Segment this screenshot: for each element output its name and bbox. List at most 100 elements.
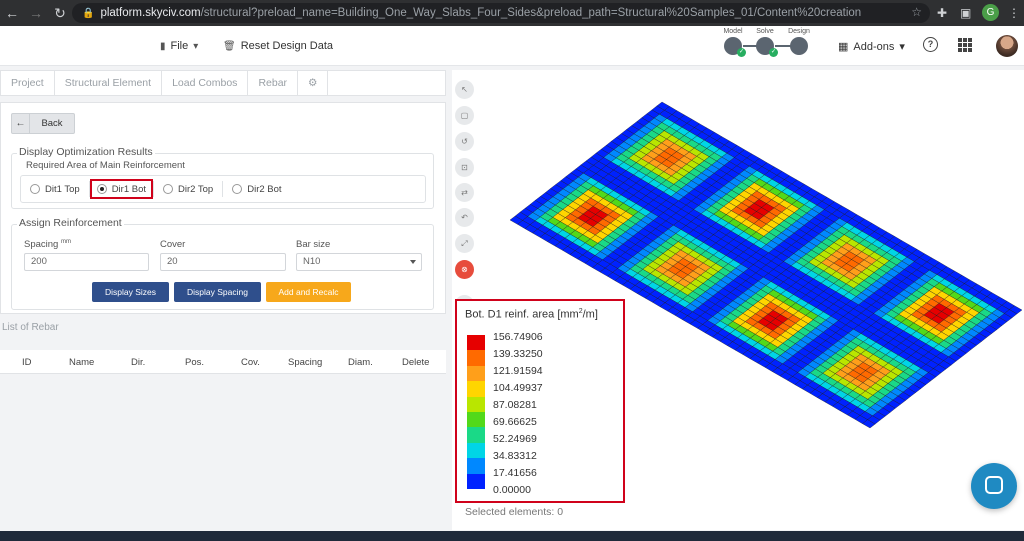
file-menu[interactable]: ▮ File ▾ [160,40,198,52]
arrow-left-icon: ← [12,114,30,133]
file-menu-label: File [170,40,189,52]
radio-circle [163,184,174,194]
check-icon: ✓ [737,48,746,57]
spacing-label: Spacing mm [24,239,71,250]
color-swatch [467,335,485,351]
chat-button[interactable] [971,463,1017,509]
rebar-table-header: ID Name Dir. Pos. Cov. Spacing Diam. Del… [0,350,446,374]
chevron-down-icon: ▾ [899,41,905,53]
step-solve-label: Solve [756,28,774,35]
add-and-recalc-button[interactable]: Add and Recalc [266,282,351,302]
taskbar [0,531,1024,541]
lock-icon: 🔒 [82,7,95,19]
chat-icon [985,476,1003,494]
tab-load-combos[interactable]: Load Combos [162,71,249,95]
rebar-list-title: List of Rebar [2,322,59,333]
address-bar[interactable]: 🔒 platform.skyciv.com/structural?preload… [72,3,930,23]
col-name: Name [69,357,95,368]
barsize-select[interactable]: N10 [296,253,422,271]
color-swatch [467,365,485,382]
reinforcement-direction-radios: Dit1 Top Dir1 Bot Dir2 Top Dir2 Bot [20,175,426,203]
back-arrow-icon[interactable]: ← [0,5,24,21]
sidebar-icon[interactable]: ▣ [960,6,971,20]
assign-legend: Assign Reinforcement [17,217,124,229]
radio-label: Dir2 Top [178,183,214,195]
url-path: /structural?preload_name=Building_One_Wa… [200,7,862,19]
forward-arrow-icon[interactable]: → [24,5,48,21]
reload-icon[interactable]: ↻ [48,5,72,22]
radio-label: Dit1 Top [45,183,80,195]
design-icon [790,37,808,55]
radio-circle [96,184,107,194]
radio-dir2-top[interactable]: Dir2 Top [154,179,222,199]
radio-label: Dir1 Bot [111,183,147,195]
step-design[interactable]: Design [784,28,814,55]
cover-label: Cover [160,239,186,250]
reset-label: Reset Design Data [240,40,334,52]
display-spacing-button[interactable]: Display Spacing [174,282,261,302]
barsize-value: N10 [303,256,321,267]
check-icon: ✓ [769,48,778,57]
stop-icon[interactable]: ⊗ [455,260,474,279]
gears-icon: ⚙ [308,77,318,89]
undo-icon[interactable]: ↶ [455,208,474,227]
col-id: ID [22,357,32,368]
app-header: ▮ File ▾ 🗑 Reset Design Data Model ✓ Sol… [0,26,1024,66]
reset-design-data-button[interactable]: 🗑 Reset Design Data [223,40,333,52]
legend-value: 121.91594 [493,365,543,377]
help-icon[interactable]: ? [923,37,938,52]
file-icon: ▮ [160,40,166,52]
radio-dir1-bot[interactable]: Dir1 Bot [89,179,154,199]
required-area-label: Required Area of Main Reinforcement [24,160,187,171]
col-diam: Diam. [348,357,373,368]
profile-avatar[interactable]: G [982,4,999,21]
color-swatch [467,381,485,397]
col-delete: Delete [402,357,430,368]
caret-down-icon [410,260,416,264]
zoom-box-icon[interactable]: ⊡ [455,158,474,177]
tab-structural-element[interactable]: Structural Element [55,71,163,95]
color-swatch [467,396,485,412]
bookmark-star-icon[interactable]: ☆ [911,5,922,19]
tab-rebar[interactable]: Rebar [248,71,299,95]
color-swatch [467,442,485,459]
cover-input[interactable]: 20 [160,253,286,271]
back-button[interactable]: ← Back [11,113,75,134]
extensions-icon[interactable]: ✚ [937,6,947,20]
legend-value: 104.49937 [493,382,543,394]
color-scale-bar [467,335,485,489]
addons-menu[interactable]: ▦ Add-ons ▾ [838,40,905,54]
legend-title-prefix: Bot. D1 reinf. area [mm [465,308,579,321]
apps-grid-icon[interactable] [958,38,972,52]
select-box-icon[interactable]: ▢ [455,106,474,125]
fit-view-icon[interactable]: ⤢ [455,234,474,253]
user-avatar[interactable] [996,35,1018,57]
display-sizes-button[interactable]: Display Sizes [92,282,169,302]
design-panel: ← Back Display Optimization Results Requ… [0,102,446,314]
rotate-icon[interactable]: ↺ [455,132,474,151]
menu-dots-icon[interactable]: ⋮ [1008,6,1020,20]
step-design-label: Design [788,28,810,35]
step-model-label: Model [723,28,743,35]
tab-project[interactable]: Project [1,71,55,95]
optimization-fieldset: Display Optimization Results Required Ar… [11,146,434,209]
legend-value: 139.33250 [493,348,543,360]
radio-dir1-top[interactable]: Dit1 Top [21,179,89,199]
color-swatch [467,473,485,489]
legend-value: 0.00000 [493,484,531,496]
browser-toolbar: ← → ↻ 🔒 platform.skyciv.com/structural?p… [0,0,1024,26]
col-dir: Dir. [131,357,146,368]
legend-value: 69.66625 [493,416,537,428]
tab-settings[interactable]: ⚙ [298,71,329,95]
swap-icon[interactable]: ⇄ [455,183,474,202]
pointer-icon[interactable]: ↖ [455,80,474,99]
spacing-input[interactable]: 200 [24,253,149,271]
step-solve[interactable]: Solve ✓ [750,28,780,57]
radio-circle [232,184,243,194]
radio-dir2-bot[interactable]: Dir2 Bot [223,179,290,199]
color-swatch [467,458,485,474]
color-swatch [467,350,485,366]
step-model[interactable]: Model ✓ [718,28,748,57]
legend-value: 52.24969 [493,433,537,445]
chevron-down-icon: ▾ [193,40,199,52]
